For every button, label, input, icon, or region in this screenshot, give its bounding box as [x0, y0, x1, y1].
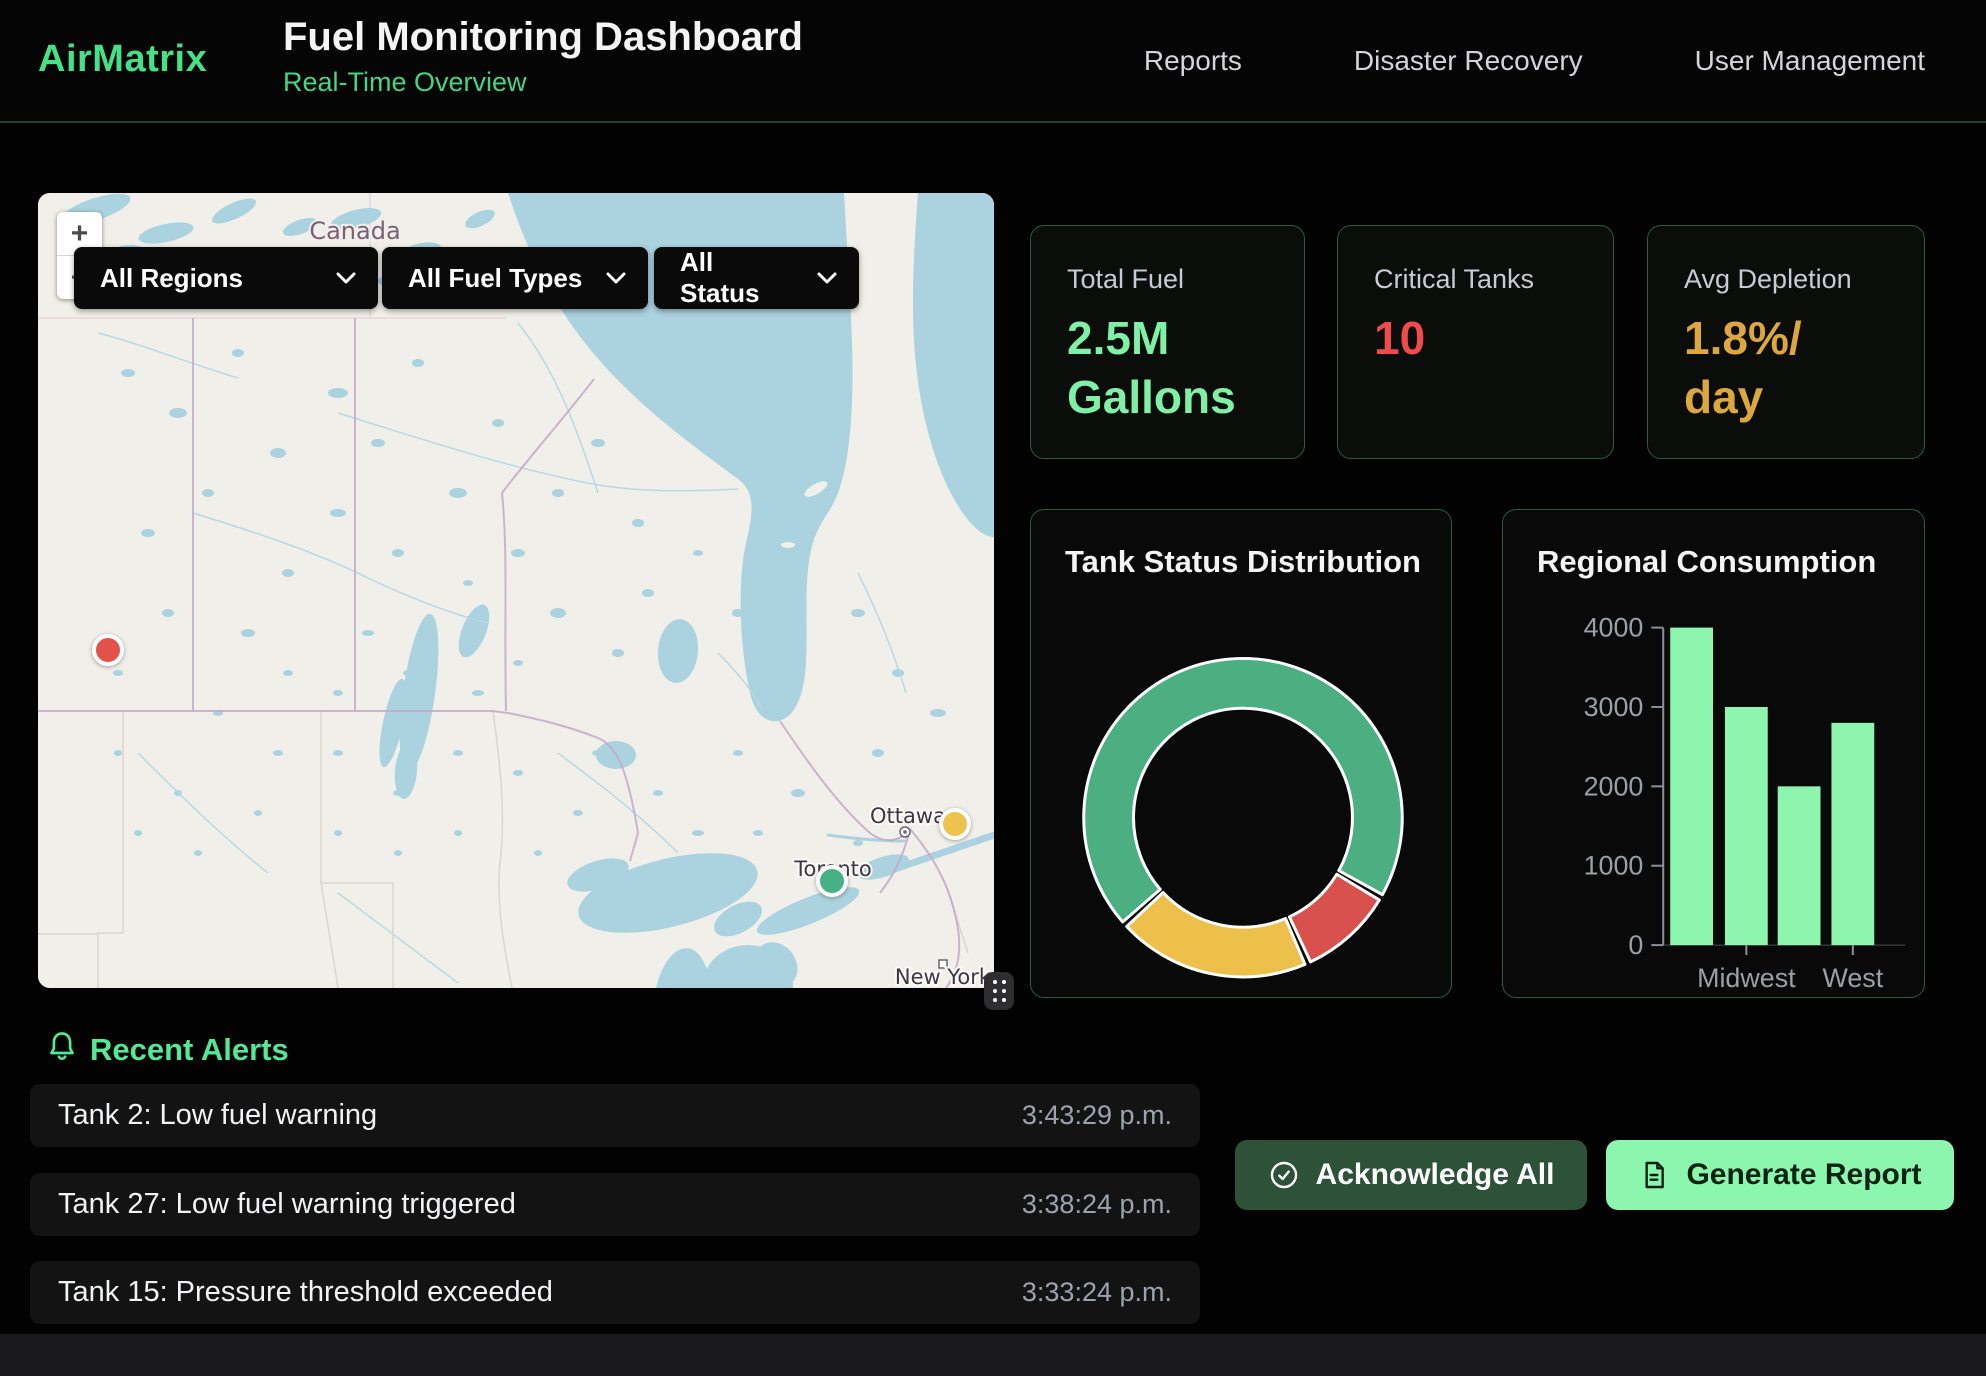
generate-report-button[interactable]: Generate Report — [1606, 1140, 1954, 1210]
check-circle-icon — [1268, 1159, 1300, 1191]
alert-timestamp: 3:43:29 p.m. — [1022, 1100, 1172, 1131]
grip-dots-icon — [993, 980, 1006, 1002]
regional-consumption-panel: Regional Consumption 0 1000 2000 3000 4000 Mi… — [1502, 509, 1925, 998]
tank-marker-critical[interactable] — [92, 634, 124, 666]
donut-segment-critical — [1289, 874, 1379, 962]
stat-value: 10 — [1374, 309, 1603, 368]
tank-marker-warning[interactable] — [939, 808, 971, 840]
filter-all-regions[interactable]: All Regions — [74, 247, 378, 309]
alert-timestamp: 3:33:24 p.m. — [1022, 1277, 1172, 1308]
y-axis-tick-label: 1000 — [1584, 851, 1644, 881]
bottom-bar — [0, 1334, 1986, 1376]
alert-row[interactable]: Tank 2: Low fuel warning 3:43:29 p.m. — [30, 1084, 1200, 1147]
bar-chart: 0 1000 2000 3000 4000 Midwest West — [1503, 510, 1924, 997]
filter-label: All Regions — [100, 263, 243, 294]
title-block: Fuel Monitoring Dashboard Real-Time Over… — [283, 15, 803, 98]
stat-label: Total Fuel — [1067, 264, 1294, 295]
map-label-ottawa: Ottawa — [870, 804, 946, 828]
y-axis-tick-label: 3000 — [1584, 692, 1644, 722]
tank-marker-normal[interactable] — [816, 865, 848, 897]
generate-report-label: Generate Report — [1686, 1158, 1921, 1192]
page-subtitle: Real-Time Overview — [283, 67, 803, 98]
map-geography: CanadaOttawaTorontoNew York — [38, 193, 994, 988]
filter-label: All Status — [680, 247, 799, 309]
acknowledge-all-button[interactable]: Acknowledge All — [1235, 1140, 1587, 1210]
nav-reports[interactable]: Reports — [1144, 45, 1242, 77]
chevron-down-icon — [817, 272, 837, 284]
alert-timestamp: 3:38:24 p.m. — [1022, 1189, 1172, 1220]
y-axis-tick-label: 4000 — [1584, 613, 1644, 643]
nav-user-management[interactable]: User Management — [1695, 45, 1925, 77]
acknowledge-all-label: Acknowledge All — [1316, 1158, 1555, 1192]
report-document-icon — [1638, 1159, 1670, 1191]
alert-message: Tank 2: Low fuel warning — [58, 1099, 377, 1132]
chevron-down-icon — [606, 272, 626, 284]
map-label-new-york: New York — [895, 965, 992, 988]
alert-row[interactable]: Tank 15: Pressure threshold exceeded 3:33… — [30, 1261, 1200, 1324]
bar-west — [1831, 723, 1874, 945]
stat-card-total-fuel: Total Fuel 2.5MGallons — [1030, 225, 1305, 459]
chevron-down-icon — [336, 272, 356, 284]
alert-message: Tank 27: Low fuel warning triggered — [58, 1188, 516, 1221]
bell-icon — [44, 1027, 80, 1067]
bar-midwest — [1725, 707, 1768, 945]
nav-disaster-recovery[interactable]: Disaster Recovery — [1354, 45, 1583, 77]
alert-message: Tank 15: Pressure threshold exceeded — [58, 1276, 553, 1309]
bar-chart-title: Regional Consumption — [1537, 544, 1876, 580]
x-axis-tick-label: West — [1822, 963, 1883, 993]
filter-all-status[interactable]: All Status — [654, 247, 859, 309]
brand-logo: AirMatrix — [38, 38, 207, 81]
x-axis-tick-label: Midwest — [1697, 963, 1796, 993]
page-title: Fuel Monitoring Dashboard — [283, 15, 803, 60]
bar-category-1 — [1670, 628, 1713, 945]
stat-value: 1.8%/day — [1684, 309, 1914, 427]
y-axis-tick-label: 0 — [1628, 930, 1643, 960]
donut-chart — [1031, 510, 1451, 997]
map-label-canada: Canada — [309, 217, 400, 245]
stat-card-critical-tanks: Critical Tanks 10 — [1337, 225, 1614, 459]
stat-card-avg-depletion: Avg Depletion 1.8%/day — [1647, 225, 1925, 459]
alerts-section-title: Recent Alerts — [90, 1032, 289, 1068]
y-axis-tick-label: 2000 — [1584, 771, 1644, 801]
filter-label: All Fuel Types — [408, 263, 582, 294]
app-header: AirMatrix Fuel Monitoring Dashboard Real… — [0, 0, 1986, 123]
donut-segment-normal — [1084, 658, 1402, 922]
map-resize-handle[interactable] — [984, 972, 1014, 1010]
stat-label: Critical Tanks — [1374, 264, 1603, 295]
stat-label: Avg Depletion — [1684, 264, 1914, 295]
header-nav: Reports Disaster Recovery User Management — [1144, 0, 1925, 121]
alert-row[interactable]: Tank 27: Low fuel warning triggered 3:38:… — [30, 1173, 1200, 1236]
filter-all-fuel-types[interactable]: All Fuel Types — [382, 247, 648, 309]
stat-value: 2.5MGallons — [1067, 309, 1294, 427]
tank-status-panel: Tank Status Distribution — [1030, 509, 1452, 998]
donut-segment-warning — [1127, 892, 1305, 976]
map-panel[interactable]: CanadaOttawaTorontoNew York + − All Regi… — [38, 193, 994, 988]
donut-chart-title: Tank Status Distribution — [1065, 544, 1421, 580]
bar-category-3 — [1778, 786, 1821, 945]
